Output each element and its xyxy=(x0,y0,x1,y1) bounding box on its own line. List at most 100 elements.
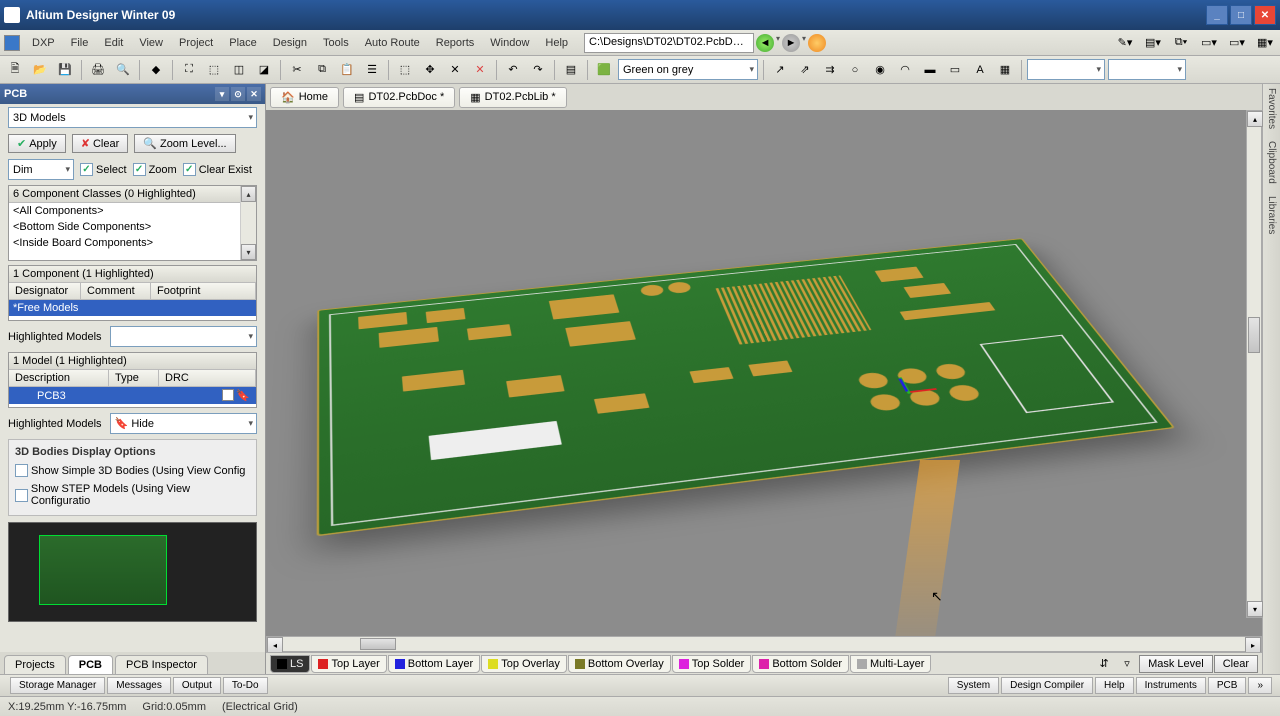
col-designator[interactable]: Designator xyxy=(9,283,81,299)
tab-messages[interactable]: Messages xyxy=(107,677,171,694)
zoom-area-icon[interactable]: ⬚ xyxy=(203,59,225,81)
menu-view[interactable]: View xyxy=(131,37,171,49)
zoom-select-icon[interactable]: ◫ xyxy=(228,59,250,81)
status-system[interactable]: System xyxy=(948,677,999,694)
menu-project[interactable]: Project xyxy=(171,37,221,49)
layer-config-icon[interactable]: ⇵ xyxy=(1093,653,1115,675)
menu-autoroute[interactable]: Auto Route xyxy=(357,37,428,49)
toolbar-clip-icon[interactable]: ▭▾ xyxy=(1226,32,1248,54)
minimize-button[interactable]: _ xyxy=(1206,5,1228,25)
clear-exist-checkbox[interactable]: ✓Clear Exist xyxy=(183,163,252,176)
list-item[interactable]: <Inside Board Components> xyxy=(9,235,256,251)
layertab-ls[interactable]: LS xyxy=(270,655,310,673)
menu-dxp[interactable]: DXP xyxy=(24,37,63,49)
panel-pin-icon[interactable]: ⊙ xyxy=(231,87,245,101)
dim-combo[interactable]: Dim xyxy=(8,159,74,180)
via-icon[interactable]: ○ xyxy=(844,59,866,81)
zoom-level-button[interactable]: 🔍Zoom Level... xyxy=(134,134,235,153)
components-list[interactable]: 1 Component (1 Highlighted) Designator C… xyxy=(8,265,257,321)
dropdown-icon[interactable]: ▾ xyxy=(802,34,806,52)
show-step-checkbox[interactable]: Show STEP Models (Using View Configurati… xyxy=(15,483,250,507)
toolbar-dims-icon[interactable]: ▤▾ xyxy=(1142,32,1164,54)
layertab-top[interactable]: Top Layer xyxy=(311,655,386,673)
zoom-filter-icon[interactable]: ◪ xyxy=(253,59,275,81)
scroll-horizontal[interactable]: ◂ ▸ xyxy=(266,636,1262,652)
list-item[interactable]: <All Components> xyxy=(9,203,256,219)
zoom-checkbox[interactable]: ✓Zoom xyxy=(133,163,177,176)
copy-icon[interactable]: ⧉ xyxy=(311,59,333,81)
col-description[interactable]: Description xyxy=(9,370,109,386)
arc-icon[interactable]: ◠ xyxy=(894,59,916,81)
document-path[interactable]: C:\Designs\DT02\DT02.PcbDoc?ViewN xyxy=(584,33,754,53)
col-footprint[interactable]: Footprint xyxy=(151,283,256,299)
paste-special-icon[interactable]: ☰ xyxy=(361,59,383,81)
combo-2[interactable] xyxy=(1108,59,1186,80)
layertab-bottom[interactable]: Bottom Layer xyxy=(388,655,480,673)
status-instruments[interactable]: Instruments xyxy=(1136,677,1206,694)
region-icon[interactable]: ▭ xyxy=(944,59,966,81)
toolbar-mark-icon[interactable]: ⧉▾ xyxy=(1170,32,1192,54)
pad-icon[interactable]: ◉ xyxy=(869,59,891,81)
menu-design[interactable]: Design xyxy=(265,37,315,49)
panel-mode-combo[interactable]: 3D Models xyxy=(8,107,257,128)
tab-storage-manager[interactable]: Storage Manager xyxy=(10,677,105,694)
redo-icon[interactable]: ↷ xyxy=(527,59,549,81)
menu-file[interactable]: File xyxy=(63,37,97,49)
select-checkbox[interactable]: ✓Select xyxy=(80,163,127,176)
new-file-icon[interactable]: 🗎 xyxy=(4,59,26,81)
preview-icon[interactable]: 🔍 xyxy=(112,59,134,81)
minimap[interactable] xyxy=(8,522,257,622)
layertab-bottom-solder[interactable]: Bottom Solder xyxy=(752,655,849,673)
highlighted-models-combo[interactable] xyxy=(110,326,257,347)
scroll-up-icon[interactable]: ▴ xyxy=(241,186,256,202)
toolbar-layers-icon[interactable]: ▭▾ xyxy=(1198,32,1220,54)
side-clipboard[interactable]: Clipboard xyxy=(1266,141,1277,184)
status-help[interactable]: Help xyxy=(1095,677,1134,694)
side-libraries[interactable]: Libraries xyxy=(1266,196,1277,234)
tab-pcbdoc[interactable]: ▤DT02.PcbDoc * xyxy=(343,87,455,108)
cut-icon[interactable]: ✂ xyxy=(286,59,308,81)
open-file-icon[interactable]: 📂 xyxy=(29,59,51,81)
text-icon[interactable]: A xyxy=(969,59,991,81)
clear-icon[interactable]: ✕ xyxy=(469,59,491,81)
zoom-fit-icon[interactable]: ⛶ xyxy=(178,59,200,81)
tab-pcblib[interactable]: ▦DT02.PcbLib * xyxy=(459,87,566,108)
undo-icon[interactable]: ↶ xyxy=(502,59,524,81)
hide-combo[interactable]: 🔖 Hide xyxy=(110,413,257,434)
show-simple-checkbox[interactable]: Show Simple 3D Bodies (Using View Config xyxy=(15,464,245,477)
print-icon[interactable]: 🖨 xyxy=(87,59,109,81)
tab-todo[interactable]: To-Do xyxy=(223,677,268,694)
col-drc[interactable]: DRC xyxy=(159,370,256,386)
3d-canvas[interactable]: ↖ xyxy=(266,110,1262,636)
menu-window[interactable]: Window xyxy=(482,37,537,49)
close-button[interactable]: ✕ xyxy=(1254,5,1276,25)
board-icon[interactable]: 🟩 xyxy=(593,59,615,81)
tab-projects[interactable]: Projects xyxy=(4,655,66,674)
apply-button[interactable]: ✔Apply xyxy=(8,134,66,153)
menu-help[interactable]: Help xyxy=(537,37,576,49)
toolbar-grid-icon[interactable]: ▦▾ xyxy=(1254,32,1276,54)
route-multi-icon[interactable]: ⇉ xyxy=(819,59,841,81)
move-icon[interactable]: ✥ xyxy=(419,59,441,81)
tab-output[interactable]: Output xyxy=(173,677,221,694)
fill-icon[interactable]: ▬ xyxy=(919,59,941,81)
nav-fwd-button[interactable]: ► xyxy=(782,34,800,52)
layertab-bottom-overlay[interactable]: Bottom Overlay xyxy=(568,655,671,673)
clear-button[interactable]: ✘Clear xyxy=(72,134,129,153)
workspace-icon[interactable]: ◆ xyxy=(145,59,167,81)
tab-inspector[interactable]: PCB Inspector xyxy=(115,655,208,674)
dropdown-icon[interactable]: ▾ xyxy=(776,34,780,52)
select-icon[interactable]: ⬚ xyxy=(394,59,416,81)
list-item-pcb3[interactable]: PCB3 🔖 xyxy=(9,387,256,404)
menu-edit[interactable]: Edit xyxy=(96,37,131,49)
tab-pcb[interactable]: PCB xyxy=(68,655,113,674)
paste-icon[interactable]: 📋 xyxy=(336,59,358,81)
scroll-right-icon[interactable]: ▸ xyxy=(1245,637,1261,653)
side-favorites[interactable]: Favorites xyxy=(1266,88,1277,129)
scroll-up-icon[interactable]: ▴ xyxy=(1247,111,1263,127)
route-icon[interactable]: ↗ xyxy=(769,59,791,81)
col-comment[interactable]: Comment xyxy=(81,283,151,299)
nav-back-button[interactable]: ◄ xyxy=(756,34,774,52)
layertab-multi[interactable]: Multi-Layer xyxy=(850,655,931,673)
component-classes-list[interactable]: 6 Component Classes (0 Highlighted) <All… xyxy=(8,185,257,261)
